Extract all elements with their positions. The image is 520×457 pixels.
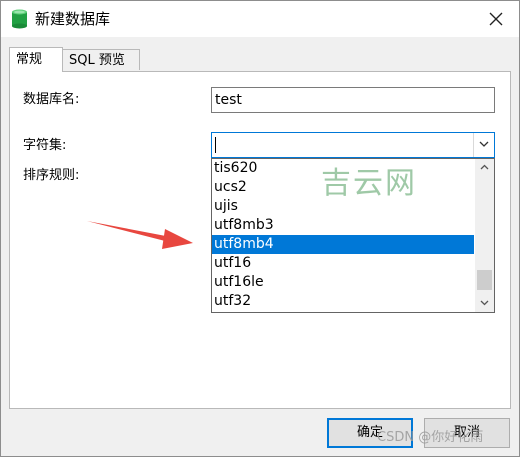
dropdown-scrollbar[interactable] — [474, 159, 494, 312]
close-button[interactable] — [485, 8, 507, 30]
chevron-up-icon — [480, 164, 489, 170]
new-database-dialog: 新建数据库 常规 SQL 预览 数据库名: test 字符集: 排序规则: ti… — [0, 0, 520, 457]
csdn-watermark: CSDN @你好化雨 — [377, 430, 484, 445]
text-cursor — [215, 137, 216, 153]
db-name-label: 数据库名: — [23, 92, 80, 107]
title-bar: 新建数据库 — [1, 1, 519, 37]
close-icon[interactable] — [485, 8, 507, 30]
charset-dropdown-button[interactable] — [473, 133, 494, 157]
db-name-input[interactable]: test — [211, 87, 495, 113]
site-watermark: 吉云网 — [321, 166, 417, 201]
collation-label: 排序规则: — [23, 168, 80, 183]
charset-option-utf32[interactable]: utf32 — [212, 292, 475, 311]
scroll-up-button[interactable] — [475, 159, 494, 176]
scroll-down-button[interactable] — [475, 295, 494, 312]
charset-option-utf16[interactable]: utf16 — [212, 254, 475, 273]
charset-combobox[interactable] — [211, 132, 495, 158]
scrollbar-thumb[interactable] — [477, 270, 492, 290]
charset-label: 字符集: — [23, 138, 67, 153]
tab-general[interactable]: 常规 — [9, 47, 63, 72]
database-icon — [11, 9, 28, 29]
charset-option-utf8mb3[interactable]: utf8mb3 — [212, 216, 475, 235]
chevron-down-icon — [479, 141, 489, 147]
dialog-title: 新建数据库 — [35, 10, 111, 28]
charset-option-utf16le[interactable]: utf16le — [212, 273, 475, 292]
chevron-down-icon — [480, 300, 489, 306]
annotation-arrow — [87, 221, 193, 249]
charset-option-utf8mb4[interactable]: utf8mb4 — [212, 235, 475, 254]
tab-sql-preview[interactable]: SQL 预览 — [62, 49, 140, 70]
